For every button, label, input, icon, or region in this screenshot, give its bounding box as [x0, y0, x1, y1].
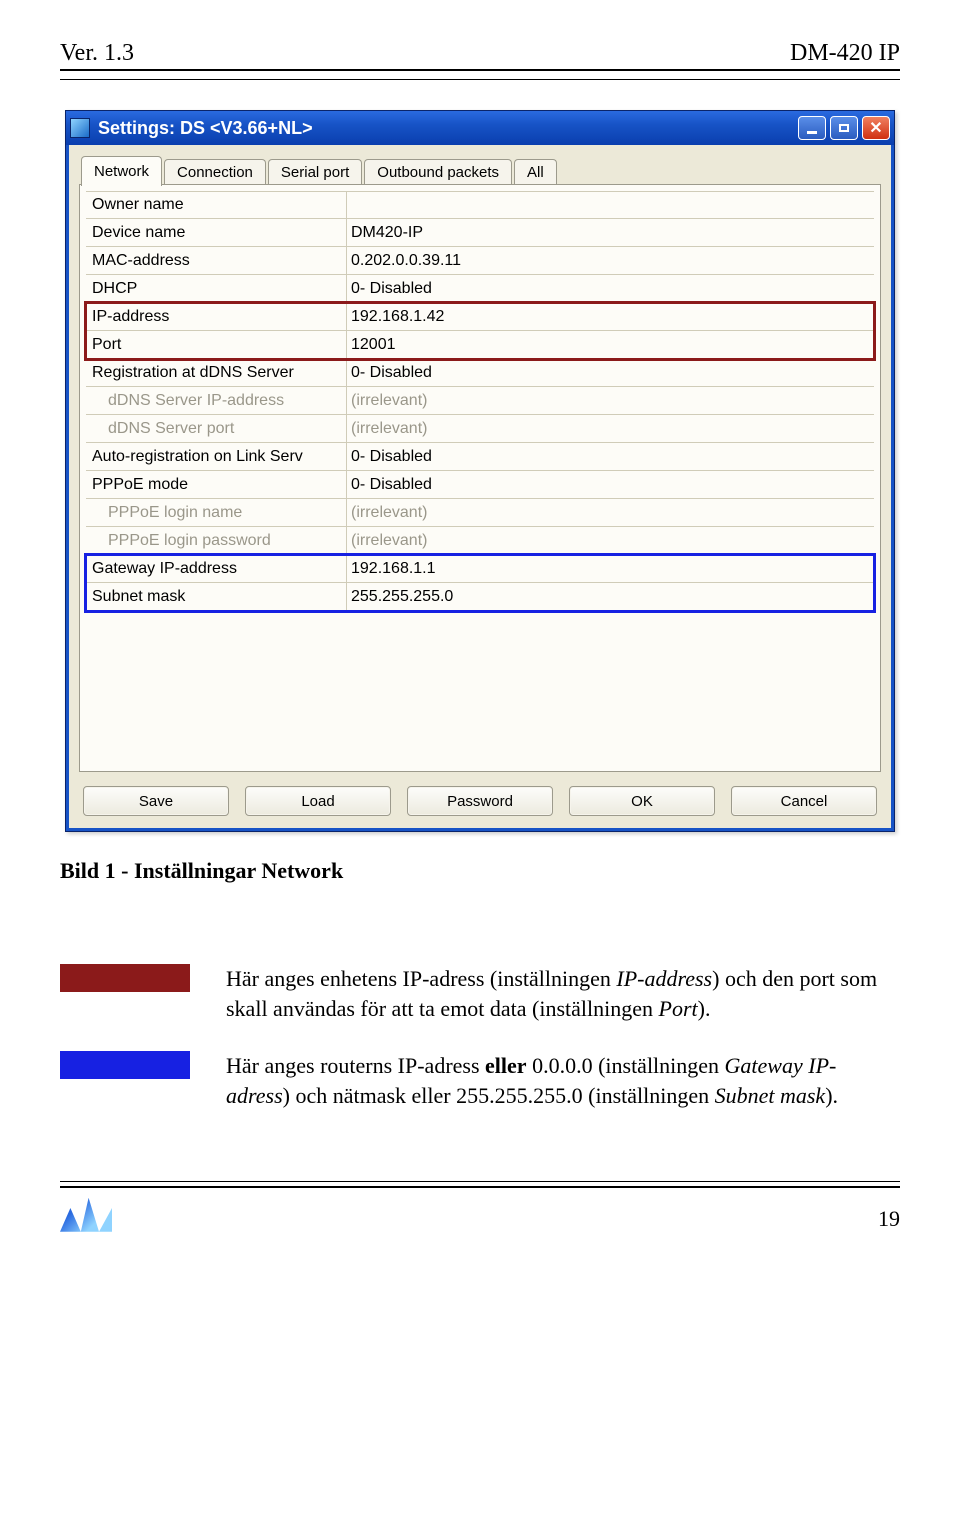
save-button[interactable]: Save [83, 786, 229, 816]
page-number: 19 [878, 1206, 900, 1232]
swatch-blue [60, 1051, 190, 1079]
label-subnet-mask: Subnet mask [86, 588, 346, 606]
legend-text-red: Här anges enhetens IP-adress (inställnin… [226, 964, 900, 1023]
close-button[interactable]: ✕ [862, 116, 890, 140]
value-gateway-ip[interactable]: 192.168.1.1 [346, 555, 874, 582]
row-device-name[interactable]: Device name DM420-IP [86, 219, 874, 247]
label-port: Port [86, 336, 346, 354]
row-ddns-registration[interactable]: Registration at dDNS Server 0- Disabled [86, 359, 874, 387]
row-port[interactable]: Port 12001 [86, 331, 874, 359]
row-pppoe-mode[interactable]: PPPoE mode 0- Disabled [86, 471, 874, 499]
value-device-name[interactable]: DM420-IP [346, 219, 874, 246]
settings-window: Settings: DS <V3.66+NL> ✕ Network Connec… [65, 110, 895, 832]
row-ddns-server-ip: dDNS Server IP-address (irrelevant) [86, 387, 874, 415]
button-bar: Save Load Password OK Cancel [79, 772, 881, 816]
tab-panel-network: Owner name Device name DM420-IP MAC-addr… [79, 184, 881, 772]
value-mac-address[interactable]: 0.202.0.0.39.11 [346, 247, 874, 274]
doc-footer: 19 [60, 1181, 900, 1232]
row-mac-address[interactable]: MAC-address 0.202.0.0.39.11 [86, 247, 874, 275]
value-auto-registration[interactable]: 0- Disabled [346, 443, 874, 470]
value-pppoe-login: (irrelevant) [346, 499, 874, 526]
value-dhcp[interactable]: 0- Disabled [346, 275, 874, 302]
value-pppoe-password: (irrelevant) [346, 527, 874, 554]
row-gateway-ip[interactable]: Gateway IP-address 192.168.1.1 [86, 555, 874, 583]
row-dhcp[interactable]: DHCP 0- Disabled [86, 275, 874, 303]
maximize-button[interactable] [830, 116, 858, 140]
label-mac-address: MAC-address [86, 252, 346, 270]
row-ip-address[interactable]: IP-address 192.168.1.42 [86, 303, 874, 331]
row-subnet-mask[interactable]: Subnet mask 255.255.255.0 [86, 583, 874, 611]
titlebar[interactable]: Settings: DS <V3.66+NL> ✕ [66, 111, 894, 145]
value-owner-name[interactable] [346, 192, 874, 218]
password-button[interactable]: Password [407, 786, 553, 816]
label-ip-address: IP-address [86, 308, 346, 326]
label-device-name: Device name [86, 224, 346, 242]
window-title: Settings: DS <V3.66+NL> [98, 118, 313, 139]
value-ip-address[interactable]: 192.168.1.42 [346, 303, 874, 330]
minimize-button[interactable] [798, 116, 826, 140]
value-subnet-mask[interactable]: 255.255.255.0 [346, 583, 874, 610]
tab-serial-port[interactable]: Serial port [268, 159, 362, 185]
label-ddns-server-port: dDNS Server port [86, 420, 346, 438]
label-ddns-server-ip: dDNS Server IP-address [86, 392, 346, 410]
app-icon [70, 118, 90, 138]
label-ddns-registration: Registration at dDNS Server [86, 364, 346, 382]
legend-text-blue: Här anges routerns IP-adress eller 0.0.0… [226, 1051, 900, 1110]
row-auto-registration[interactable]: Auto-registration on Link Serv 0- Disabl… [86, 443, 874, 471]
ok-button[interactable]: OK [569, 786, 715, 816]
label-pppoe-password: PPPoE login password [86, 532, 346, 550]
label-pppoe-mode: PPPoE mode [86, 476, 346, 494]
tab-strip: Network Connection Serial port Outbound … [79, 155, 881, 185]
value-ddns-server-ip: (irrelevant) [346, 387, 874, 414]
swatch-red [60, 964, 190, 992]
tab-all[interactable]: All [514, 159, 557, 185]
label-pppoe-login: PPPoE login name [86, 504, 346, 522]
legend: Här anges enhetens IP-adress (inställnin… [60, 964, 900, 1111]
label-owner-name: Owner name [86, 196, 346, 214]
label-dhcp: DHCP [86, 280, 346, 298]
value-port[interactable]: 12001 [346, 331, 874, 358]
value-pppoe-mode[interactable]: 0- Disabled [346, 471, 874, 498]
settings-list: Owner name Device name DM420-IP MAC-addr… [86, 191, 874, 611]
figure-caption: Bild 1 - Inställningar Network [60, 858, 900, 884]
value-ddns-server-port: (irrelevant) [346, 415, 874, 442]
doc-header: Ver. 1.3 DM-420 IP [60, 40, 900, 71]
row-ddns-server-port: dDNS Server port (irrelevant) [86, 415, 874, 443]
tab-connection[interactable]: Connection [164, 159, 266, 185]
row-pppoe-password: PPPoE login password (irrelevant) [86, 527, 874, 555]
tab-outbound-packets[interactable]: Outbound packets [364, 159, 512, 185]
doc-model: DM-420 IP [790, 40, 900, 67]
doc-version: Ver. 1.3 [60, 40, 134, 67]
label-gateway-ip: Gateway IP-address [86, 560, 346, 578]
tab-network[interactable]: Network [81, 156, 162, 186]
legend-row-red: Här anges enhetens IP-adress (inställnin… [60, 964, 900, 1023]
load-button[interactable]: Load [245, 786, 391, 816]
value-ddns-registration[interactable]: 0- Disabled [346, 359, 874, 386]
row-pppoe-login: PPPoE login name (irrelevant) [86, 499, 874, 527]
footer-logo-icon [60, 1198, 112, 1232]
row-owner-name[interactable]: Owner name [86, 191, 874, 219]
label-auto-registration: Auto-registration on Link Serv [86, 448, 346, 466]
cancel-button[interactable]: Cancel [731, 786, 877, 816]
legend-row-blue: Här anges routerns IP-adress eller 0.0.0… [60, 1051, 900, 1110]
